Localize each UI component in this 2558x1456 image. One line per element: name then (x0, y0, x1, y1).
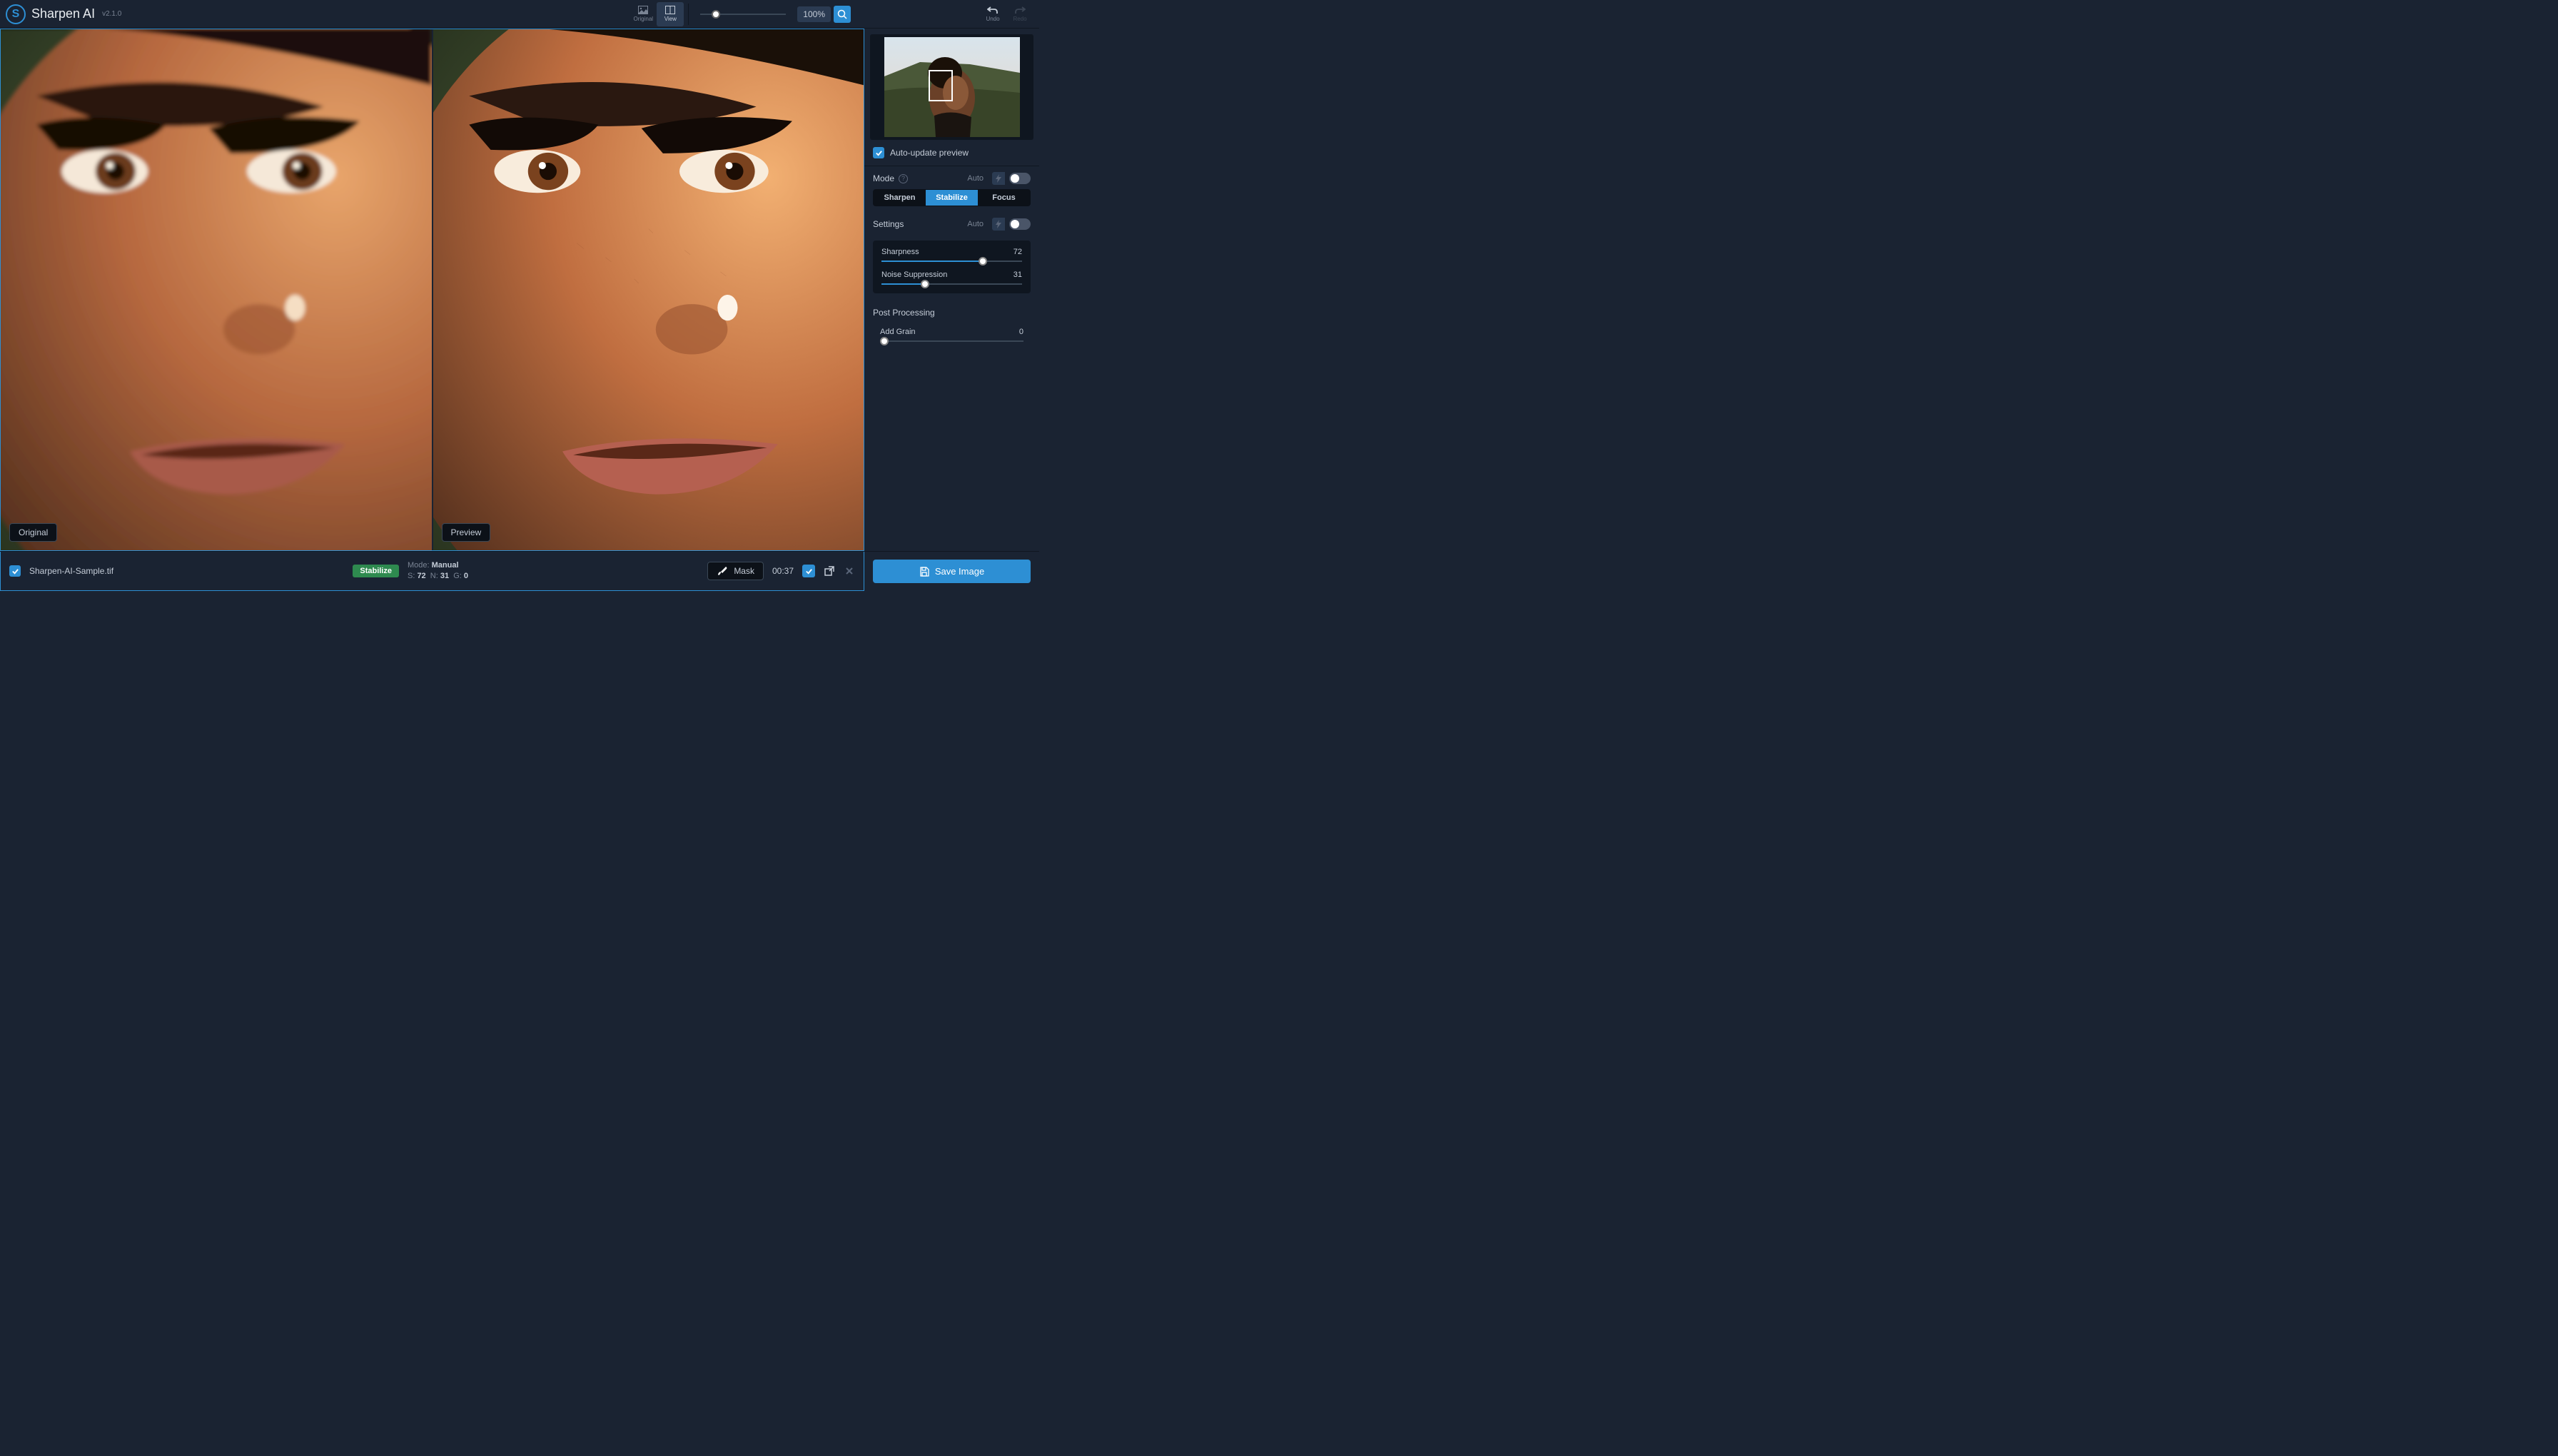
mode-stabilize-button[interactable]: Stabilize (926, 190, 978, 206)
image-icon (638, 6, 648, 14)
mask-button[interactable]: Mask (707, 562, 764, 580)
save-image-button[interactable]: Save Image (873, 560, 1031, 583)
sharpness-slider[interactable] (881, 261, 1022, 262)
check-icon (875, 149, 883, 157)
mode-selector: Sharpen Stabilize Focus (873, 189, 1031, 206)
undo-button[interactable]: Undo (979, 2, 1006, 26)
close-icon (845, 567, 854, 575)
grain-slider[interactable] (880, 340, 1023, 342)
footer-meta: Mode: Manual S: 72 N: 31 G: 0 (408, 560, 468, 582)
original-label: Original (9, 523, 57, 542)
brush-icon (717, 566, 728, 576)
app-version: v2.1.0 (102, 10, 121, 18)
split-icon (665, 6, 675, 14)
original-image (1, 29, 432, 550)
app-logo-group: S Sharpen AI v2.1.0 (6, 4, 121, 24)
noise-value: 31 (1013, 271, 1022, 279)
settings-sidebar: Auto-update preview Mode ? Auto Sharpen … (864, 29, 1039, 551)
app-title: Sharpen AI (31, 6, 95, 21)
sharpness-label: Sharpness (881, 248, 919, 256)
noise-label: Noise Suppression (881, 271, 947, 279)
navigator-viewport-rect[interactable] (929, 70, 953, 101)
preview-image (433, 29, 864, 550)
popout-icon (824, 566, 834, 576)
auto-update-label: Auto-update preview (890, 148, 1031, 158)
auto-update-checkbox[interactable] (873, 147, 884, 158)
redo-button[interactable]: Redo (1006, 2, 1033, 26)
popout-button[interactable] (824, 565, 835, 577)
noise-slider[interactable] (881, 283, 1022, 285)
save-icon (919, 567, 929, 577)
undo-icon (987, 6, 999, 14)
mode-help-icon[interactable]: ? (899, 174, 908, 183)
mode-sharpen-button[interactable]: Sharpen (874, 190, 926, 206)
footer: Sharpen-AI-Sample.tif Stabilize Mode: Ma… (0, 551, 1039, 591)
mode-focus-button[interactable]: Focus (978, 190, 1030, 206)
navigator-panel[interactable] (870, 34, 1033, 140)
grain-value: 0 (1019, 328, 1023, 336)
preview-pane: Preview (433, 29, 864, 550)
split-view-button[interactable]: View (657, 2, 684, 26)
mode-auto-toggle[interactable] (1009, 173, 1031, 184)
file-selected-checkbox[interactable] (9, 565, 21, 577)
sharpness-value: 72 (1013, 248, 1022, 256)
settings-auto-toggle[interactable] (1009, 218, 1031, 230)
filename: Sharpen-AI-Sample.tif (29, 566, 113, 576)
bolt-icon (992, 172, 1005, 185)
zoom-slider[interactable] (700, 7, 786, 21)
check-icon (11, 567, 19, 575)
original-pane: Original (1, 29, 432, 550)
auto-update-row: Auto-update preview (864, 140, 1039, 166)
mode-header: Mode ? Auto (864, 166, 1039, 189)
zoom-percent[interactable]: 100% (797, 6, 831, 22)
grain-label: Add Grain (880, 328, 916, 336)
settings-header: Settings Auto (864, 212, 1039, 235)
close-file-button[interactable] (844, 565, 855, 577)
original-view-button[interactable]: Original (630, 2, 657, 26)
status-done-icon[interactable] (802, 565, 815, 577)
preview-label: Preview (442, 523, 491, 542)
zoom-tool-button[interactable] (834, 6, 851, 23)
proc-timer: 00:37 (772, 566, 794, 576)
app-header: S Sharpen AI v2.1.0 Original View 100% (0, 0, 1039, 29)
redo-icon (1014, 6, 1026, 14)
post-processing-title: Post Processing (864, 299, 1039, 320)
check-icon (805, 567, 813, 575)
mode-badge: Stabilize (353, 565, 399, 577)
magnifier-icon (837, 9, 847, 19)
image-viewer[interactable]: Original (0, 29, 864, 551)
settings-panel: Sharpness 72 Noise Suppression 31 (873, 241, 1031, 293)
app-logo: S (6, 4, 26, 24)
bolt-icon (992, 218, 1005, 231)
